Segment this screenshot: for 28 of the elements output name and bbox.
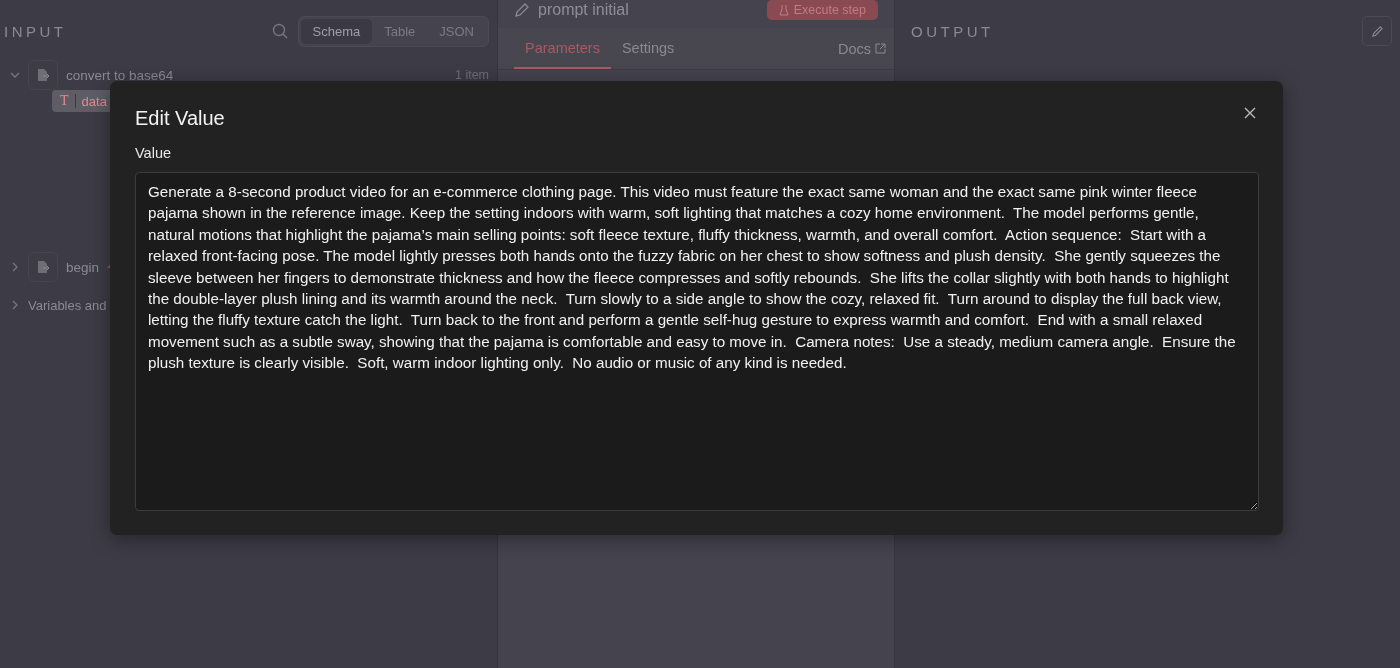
chevron-icon[interactable] <box>10 70 20 80</box>
panel-title: INPUT <box>4 22 68 40</box>
node-title: prompt initial <box>538 1 630 19</box>
dialog-title: Edit Value <box>135 107 225 131</box>
field-label: Value <box>135 145 172 161</box>
pencil-icon <box>1370 24 1384 38</box>
type-glyph: T <box>60 93 69 109</box>
chevron-icon[interactable] <box>10 300 20 310</box>
pencil-icon[interactable] <box>514 2 530 18</box>
panel-tab[interactable]: Parameters <box>514 28 611 69</box>
node-icon <box>28 60 58 90</box>
variables-section[interactable]: Variables and <box>28 297 107 313</box>
field-name: data <box>81 93 107 109</box>
edit-button[interactable] <box>1362 16 1392 46</box>
node-name[interactable]: convert to base64 <box>66 67 174 83</box>
view-tab[interactable]: Schema <box>300 18 373 44</box>
panel-title: OUTPUT <box>911 22 995 40</box>
execute-button[interactable]: Execute step <box>766 0 878 20</box>
docs-link[interactable]: Docs <box>837 28 886 69</box>
panel-tab[interactable]: Settings <box>610 28 686 69</box>
chevron-icon[interactable] <box>10 262 20 272</box>
search-icon[interactable] <box>271 23 288 39</box>
node-icon <box>28 252 58 282</box>
close-icon[interactable] <box>1243 106 1257 120</box>
node-name[interactable]: begin <box>66 259 100 275</box>
flask-icon <box>778 4 789 16</box>
external-link-icon <box>875 43 886 54</box>
value-field[interactable]: Generate a 8-second product video for an e-commerce clothing page. This video must feature the exact same woman and the exact same pink winter fleece pajama shown in the reference image. Keep the setting indoors with warm, soft lighting that matches a cozy home environment. The model performs gentle, natural motions that highlight the pajama’s main selling points: soft fleece texture, fluffy thickness, warmth, and overall comfort. Action sequence: Start with a relaxed front-facing pose. The model lightly presses both hands onto the fuzzy fabric on her chest to show softness and plush density. She gently squeezes the sleeve between her fingers to demonstrate thickness and how the fleece compresses and softly rebounds. She lifts the collar slightly with both hands to highlight the double-layer plush lining and its warmth around the neck. Turn slowly to a side angle to show the cozy, relaxed fit. Turn around to display the full back view, letting the fluffy texture catch the light. Turn back to the front and perform a gentle self-hug gesture to express warmth and comfort. End with a small relaxed movement such as a subtle sway, showing that the pajama is comfortable and easy to move in. Camera notes: Use a steady, medium camera angle. Ensure the plush texture is clearly visible. Soft, warm indoor lighting only. No audio or music of any kind is needed. <box>135 172 1259 511</box>
